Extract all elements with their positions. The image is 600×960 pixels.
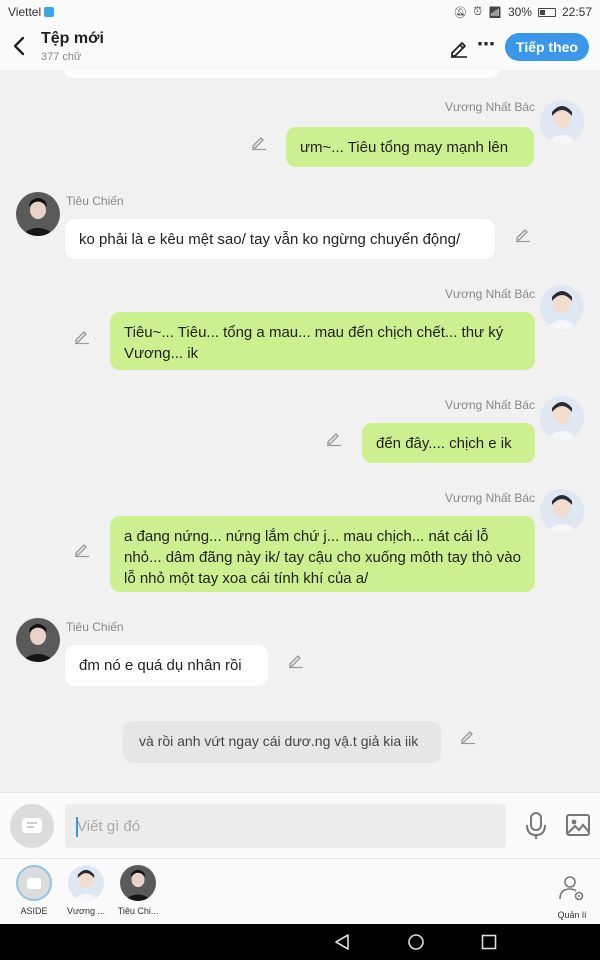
message-bubble[interactable]: ko phải là e kêu mệt sao/ tay vẫn ko ngừ…	[65, 219, 495, 259]
wifi-icon: 📶︎	[487, 6, 502, 19]
aside-toggle-button[interactable]	[10, 804, 54, 848]
system-nav-bar	[0, 924, 600, 960]
character-bar: ASIDE Vương ... Tiêu Chi... Quản lí	[0, 858, 600, 924]
message-input-bar	[0, 792, 600, 858]
avatar-vuong[interactable]	[540, 489, 584, 533]
avatar-tieu[interactable]	[16, 192, 60, 236]
circle-home-icon	[408, 934, 424, 950]
avatar-tieu-image	[120, 865, 156, 901]
previous-message-bubble	[65, 70, 499, 78]
nav-home-button[interactable]	[407, 933, 425, 951]
message-input[interactable]	[65, 804, 506, 848]
avatar-vuong[interactable]	[540, 285, 584, 329]
sender-name: Vương Nhất Bác	[445, 100, 535, 114]
character-aside[interactable]: ASIDE	[4, 865, 64, 916]
aside-avatar	[16, 865, 52, 901]
page-title: Tệp mới	[41, 30, 104, 47]
chat-icon	[22, 818, 42, 833]
nav-recents-button[interactable]	[480, 933, 498, 951]
pencil-icon	[75, 544, 89, 558]
pencil-icon	[289, 655, 303, 669]
character-label: Tiêu Chi...	[117, 906, 159, 916]
battery-icon	[537, 7, 556, 17]
edit-message-button[interactable]	[73, 327, 91, 345]
image-icon	[566, 814, 590, 836]
edit-message-button[interactable]	[287, 651, 305, 669]
mute-icon: 🔕︎	[453, 6, 468, 19]
character-label: Vương ...	[67, 906, 105, 916]
pencil-icon	[252, 137, 266, 151]
chat-area[interactable]: Vương Nhất Bác ưm~... Tiêu tổng may mạnh…	[0, 70, 600, 792]
character-vuong[interactable]: Vương ...	[56, 865, 116, 916]
sender-name: Tiêu Chiến	[66, 194, 124, 208]
message-bubble[interactable]: a đang nứng... nứng lắm chứ j... mau chị…	[110, 516, 535, 592]
avatar-vuong-image	[540, 100, 584, 144]
pencil-icon	[327, 433, 341, 447]
sender-name: Vương Nhất Bác	[445, 398, 535, 412]
edit-title-button[interactable]	[448, 36, 470, 58]
user-gear-icon	[559, 876, 584, 901]
microphone-icon	[526, 812, 546, 839]
alarm-icon: ⏰︎	[473, 5, 482, 18]
status-icons: 🔕︎ ⏰︎ 📶︎ 30% 22:57	[453, 5, 592, 19]
next-button[interactable]: Tiếp theo	[505, 33, 589, 61]
avatar-tieu-image	[16, 192, 60, 236]
app-header: Tệp mới 377 chữ ⋯ Tiếp theo	[0, 24, 600, 70]
carrier-name: Viettel	[8, 5, 55, 19]
avatar-tieu	[120, 865, 156, 901]
avatar-vuong-image	[540, 396, 584, 440]
edit-message-button[interactable]	[514, 225, 532, 243]
pencil-icon	[75, 331, 89, 345]
microphone-button[interactable]	[523, 811, 549, 841]
triangle-back-icon	[335, 934, 349, 950]
text-caret	[76, 817, 78, 837]
manage-label: Quản lí	[557, 910, 587, 920]
avatar-tieu-image	[16, 618, 60, 662]
pencil-icon	[516, 229, 530, 243]
avatar-vuong[interactable]	[540, 396, 584, 440]
manage-characters-button[interactable]: Quản lí	[554, 873, 590, 920]
edit-message-button[interactable]	[73, 540, 91, 558]
carrier-badge-icon	[44, 7, 55, 17]
more-options-button[interactable]: ⋯	[475, 34, 497, 56]
edit-message-button[interactable]	[250, 133, 268, 151]
battery-percent: 30%	[507, 5, 532, 19]
avatar-vuong-image	[540, 489, 584, 533]
chevron-left-icon	[13, 36, 25, 56]
avatar-vuong-image	[68, 865, 104, 901]
square-recents-icon	[481, 934, 497, 950]
character-label: ASIDE	[20, 906, 48, 916]
nav-back-button[interactable]	[333, 933, 351, 951]
word-count: 377 chữ	[41, 51, 82, 63]
image-button[interactable]	[565, 813, 591, 837]
status-bar: Viettel 🔕︎ ⏰︎ 📶︎ 30% 22:57	[0, 0, 600, 24]
pencil-icon	[451, 42, 467, 58]
message-bubble[interactable]: Tiêu~... Tiêu... tổng a mau... mau đến c…	[110, 312, 535, 370]
edit-message-button[interactable]	[325, 429, 343, 447]
avatar-vuong-image	[540, 285, 584, 329]
message-bubble[interactable]: đm nó e quá dụ nhân rồi	[65, 645, 268, 686]
sender-name: Vương Nhất Bác	[445, 287, 535, 301]
pencil-icon	[461, 731, 475, 745]
narration-bubble[interactable]: và rồi anh vứt ngay cái dươ.ng vậ.t giả …	[123, 721, 441, 763]
back-button[interactable]	[8, 32, 32, 60]
message-bubble[interactable]: đến đây.... chịch e ik	[362, 423, 535, 463]
avatar-vuong[interactable]	[540, 100, 584, 144]
message-bubble[interactable]: ưm~... Tiêu tổng may mạnh lên	[286, 127, 534, 167]
sender-name: Vương Nhất Bác	[445, 491, 535, 505]
avatar-vuong	[68, 865, 104, 901]
more-dots-icon: ⋯	[477, 34, 495, 54]
chat-icon	[27, 878, 41, 889]
clock: 22:57	[561, 5, 592, 19]
sender-name: Tiêu Chiến	[66, 620, 124, 634]
edit-message-button[interactable]	[459, 727, 477, 745]
avatar-tieu[interactable]	[16, 618, 60, 662]
character-tieu[interactable]: Tiêu Chi...	[108, 865, 168, 916]
